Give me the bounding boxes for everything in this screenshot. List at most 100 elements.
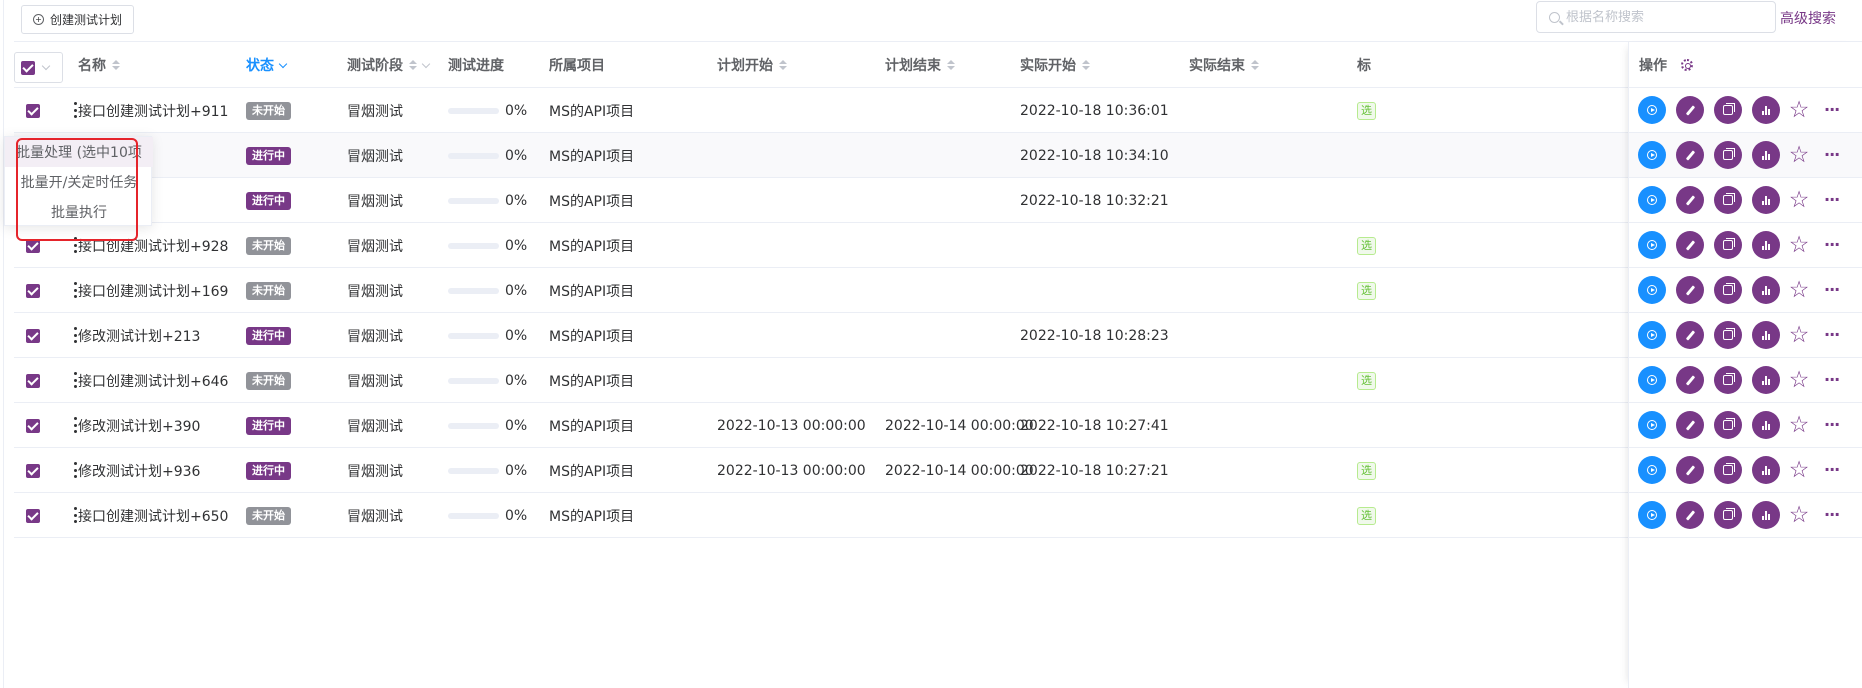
edit-button[interactable] xyxy=(1676,276,1704,304)
copy-button[interactable] xyxy=(1714,96,1742,124)
star-icon[interactable]: ☆ xyxy=(1788,503,1810,527)
run-button[interactable] xyxy=(1638,276,1666,304)
table-row[interactable]: 接口创建测试计划+650 未开始 冒烟测试 0% MS的API项目 选 xyxy=(14,493,1634,538)
row-checkbox[interactable] xyxy=(26,284,40,298)
row-checkbox[interactable] xyxy=(26,104,40,118)
column-header-stage[interactable]: 测试阶段 xyxy=(347,42,431,88)
run-button[interactable] xyxy=(1638,456,1666,484)
filter-chevron-icon[interactable] xyxy=(421,59,431,68)
copy-button[interactable] xyxy=(1714,231,1742,259)
more-vertical-icon[interactable] xyxy=(73,282,77,298)
more-horizontal-icon[interactable]: ··· xyxy=(1824,102,1840,118)
sort-icon[interactable] xyxy=(112,60,120,70)
copy-button[interactable] xyxy=(1714,141,1742,169)
column-header-actual-start[interactable]: 实际开始 xyxy=(1020,42,1090,88)
column-header-plan-end[interactable]: 计划结束 xyxy=(885,42,955,88)
table-row[interactable]: 接口创建测试计划+928 未开始 冒烟测试 0% MS的API项目选 xyxy=(14,223,1634,268)
more-horizontal-icon[interactable]: ··· xyxy=(1824,372,1840,388)
more-vertical-icon[interactable] xyxy=(73,507,77,523)
edit-button[interactable] xyxy=(1676,411,1704,439)
row-checkbox[interactable] xyxy=(26,419,40,433)
more-horizontal-icon[interactable]: ··· xyxy=(1824,192,1840,208)
column-header-plan-start[interactable]: 计划开始 xyxy=(717,42,787,88)
edit-button[interactable] xyxy=(1676,321,1704,349)
report-button[interactable] xyxy=(1752,231,1780,259)
star-icon[interactable]: ☆ xyxy=(1788,323,1810,347)
more-horizontal-icon[interactable]: ··· xyxy=(1824,417,1840,433)
star-icon[interactable]: ☆ xyxy=(1788,143,1810,167)
run-button[interactable] xyxy=(1638,321,1666,349)
more-vertical-icon[interactable] xyxy=(73,327,77,343)
row-checkbox[interactable] xyxy=(26,464,40,478)
plan-name[interactable]: 接口创建测试计划+169 xyxy=(78,268,228,313)
table-row[interactable]: 计划+248进行中冒烟测试0%MS的API项目2022-10-18 10:34:… xyxy=(14,133,1634,178)
sort-icon[interactable] xyxy=(779,60,787,70)
plan-name[interactable]: 接口创建测试计划+911 xyxy=(78,88,228,133)
copy-button[interactable] xyxy=(1714,366,1742,394)
run-button[interactable] xyxy=(1638,231,1666,259)
search-box[interactable] xyxy=(1536,1,1776,33)
more-horizontal-icon[interactable]: ··· xyxy=(1824,507,1840,523)
edit-button[interactable] xyxy=(1676,366,1704,394)
star-icon[interactable]: ☆ xyxy=(1788,413,1810,437)
filter-chevron-icon[interactable] xyxy=(278,59,288,68)
plan-name[interactable]: 修改测试计划+390 xyxy=(78,403,200,448)
plan-name[interactable]: 修改测试计划+213 xyxy=(78,313,200,358)
plan-name[interactable]: 修改测试计划+936 xyxy=(78,448,200,493)
plan-name[interactable]: 接口创建测试计划+646 xyxy=(78,358,228,403)
report-button[interactable] xyxy=(1752,456,1780,484)
select-all-checkbox[interactable] xyxy=(21,60,35,75)
more-horizontal-icon[interactable]: ··· xyxy=(1824,462,1840,478)
report-button[interactable] xyxy=(1752,276,1780,304)
star-icon[interactable]: ☆ xyxy=(1788,98,1810,122)
star-icon[interactable]: ☆ xyxy=(1788,188,1810,212)
search-input[interactable] xyxy=(1566,9,1766,25)
more-vertical-icon[interactable] xyxy=(73,417,77,433)
advanced-search-link[interactable]: 高级搜索 xyxy=(1780,8,1836,28)
report-button[interactable] xyxy=(1752,366,1780,394)
sort-icon[interactable] xyxy=(1082,60,1090,70)
star-icon[interactable]: ☆ xyxy=(1788,458,1810,482)
report-button[interactable] xyxy=(1752,501,1780,529)
more-vertical-icon[interactable] xyxy=(73,102,77,118)
run-button[interactable] xyxy=(1638,411,1666,439)
gear-icon[interactable] xyxy=(1681,58,1693,71)
run-button[interactable] xyxy=(1638,366,1666,394)
report-button[interactable] xyxy=(1752,96,1780,124)
row-checkbox[interactable] xyxy=(26,374,40,388)
column-header-status[interactable]: 状态 xyxy=(246,42,288,88)
plan-name[interactable]: 接口创建测试计划+650 xyxy=(78,493,228,538)
column-header-name[interactable]: 名称 xyxy=(78,42,120,88)
sort-icon[interactable] xyxy=(947,60,955,70)
copy-button[interactable] xyxy=(1714,321,1742,349)
star-icon[interactable]: ☆ xyxy=(1788,278,1810,302)
edit-button[interactable] xyxy=(1676,96,1704,124)
sort-icon[interactable] xyxy=(409,60,417,70)
table-row[interactable]: 修改测试计划+213 进行中 冒烟测试 0% MS的API项目 2022-10-18 10… xyxy=(14,313,1634,358)
table-row[interactable]: 修改测试计划+936 进行中 冒烟测试 0% MS的API项目 2022-10-13 00… xyxy=(14,448,1634,493)
copy-button[interactable] xyxy=(1714,411,1742,439)
copy-button[interactable] xyxy=(1714,276,1742,304)
table-row[interactable]: 计划+403进行中冒烟测试0%MS的API项目2022-10-18 10:32:… xyxy=(14,178,1634,223)
table-row[interactable]: 接口创建测试计划+646 未开始 冒烟测试 0% MS的API项目 选 xyxy=(14,358,1634,403)
more-vertical-icon[interactable] xyxy=(73,462,77,478)
row-checkbox[interactable] xyxy=(26,329,40,343)
star-icon[interactable]: ☆ xyxy=(1788,368,1810,392)
report-button[interactable] xyxy=(1752,141,1780,169)
more-horizontal-icon[interactable]: ··· xyxy=(1824,282,1840,298)
copy-button[interactable] xyxy=(1714,501,1742,529)
run-button[interactable] xyxy=(1638,501,1666,529)
chevron-down-icon[interactable] xyxy=(41,61,51,71)
more-vertical-icon[interactable] xyxy=(73,372,77,388)
copy-button[interactable] xyxy=(1714,456,1742,484)
more-horizontal-icon[interactable]: ··· xyxy=(1824,147,1840,163)
row-checkbox[interactable] xyxy=(26,239,40,253)
run-button[interactable] xyxy=(1638,96,1666,124)
create-test-plan-button[interactable]: + 创建测试计划 xyxy=(21,5,134,34)
report-button[interactable] xyxy=(1752,411,1780,439)
star-icon[interactable]: ☆ xyxy=(1788,233,1810,257)
more-horizontal-icon[interactable]: ··· xyxy=(1824,327,1840,343)
row-checkbox[interactable] xyxy=(26,509,40,523)
table-row[interactable]: 修改测试计划+390 进行中 冒烟测试 0% MS的API项目 2022-10-13 00… xyxy=(14,403,1634,448)
copy-button[interactable] xyxy=(1714,186,1742,214)
